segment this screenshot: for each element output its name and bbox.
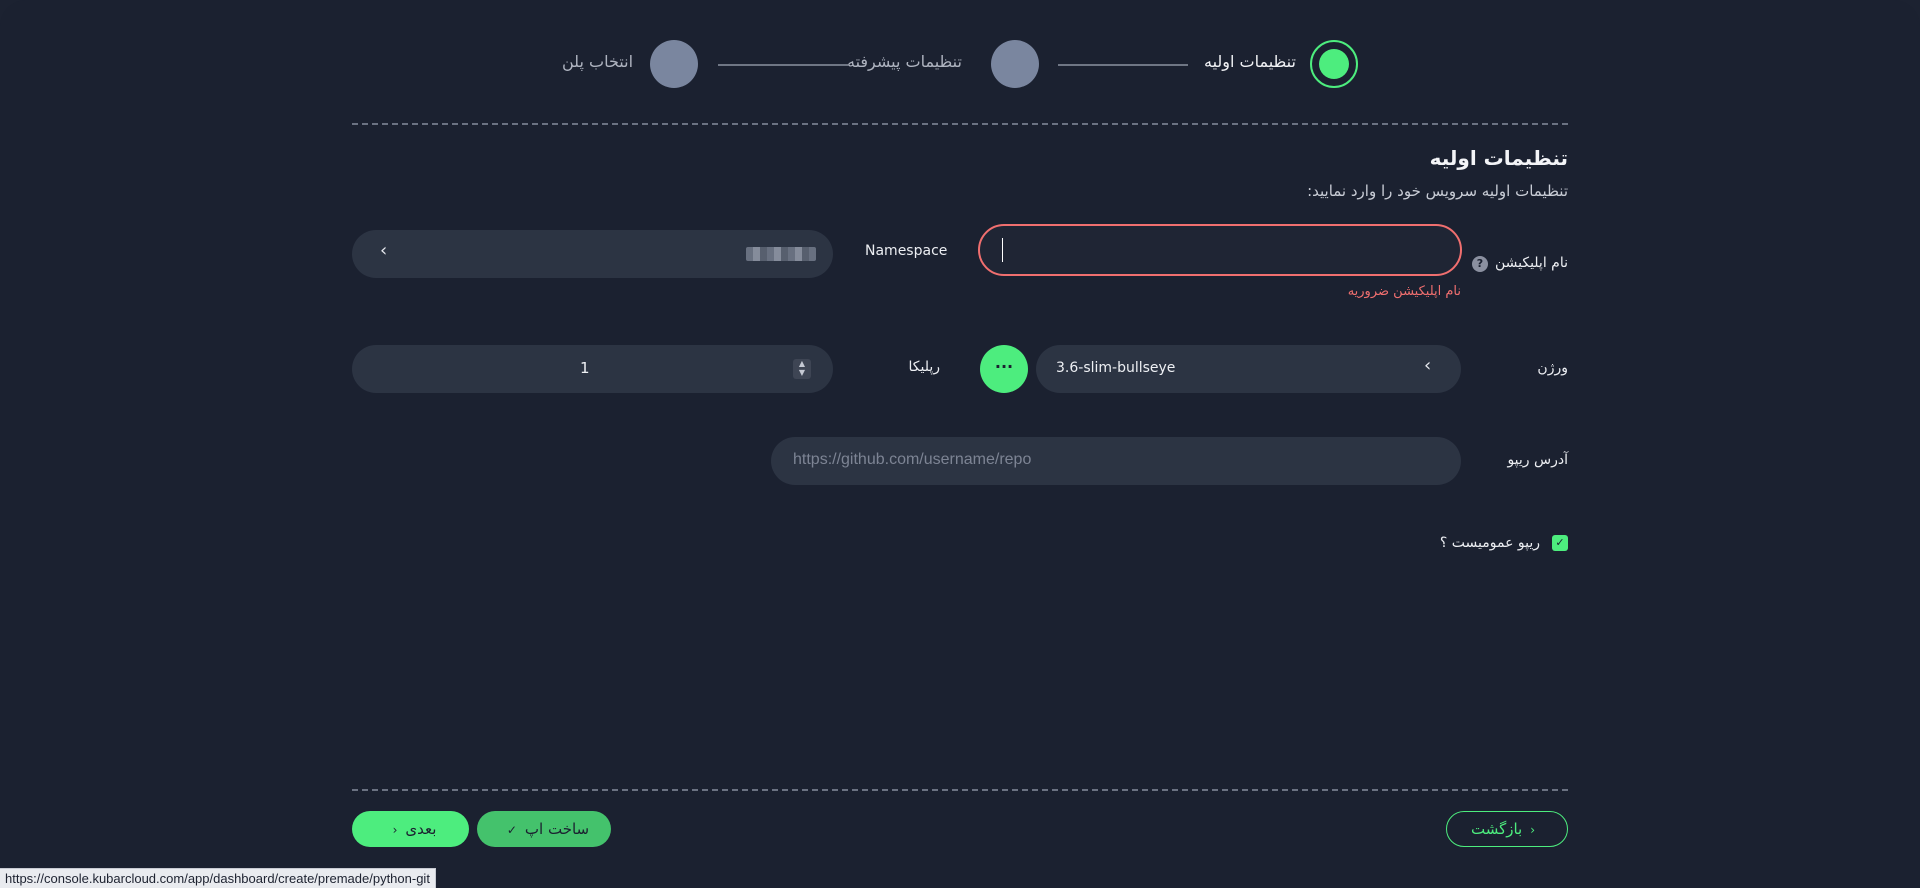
app-name-input[interactable] <box>978 224 1462 276</box>
public-repo-label[interactable]: ریپو عمومیست ؟ <box>1440 535 1540 551</box>
bottom-divider <box>352 789 1568 791</box>
check-icon: ✓ <box>506 823 517 837</box>
build-app-label: ساخت اپ <box>524 820 590 838</box>
namespace-label: Namespace <box>865 243 948 259</box>
back-button[interactable]: ‹ بازگشت <box>1446 811 1568 847</box>
build-app-button[interactable]: ساخت اپ ✓ <box>477 811 611 847</box>
text-caret <box>1002 238 1003 262</box>
stepper: تنظیمات اولیه تنظیمات پیشرفته انتخاب پلن <box>0 38 1920 90</box>
public-repo-checkbox[interactable]: ✓ <box>1552 535 1568 551</box>
repo-input[interactable]: https://github.com/username/repo <box>771 437 1461 485</box>
section-title: تنظیمات اولیه <box>1429 146 1568 170</box>
browser-status-url: https://console.kubarcloud.com/app/dashb… <box>0 868 436 888</box>
step-connector <box>1058 64 1188 66</box>
step-circle-basic-settings[interactable] <box>1310 40 1358 88</box>
next-button-label: بعدی <box>405 820 437 838</box>
repo-label: آدرس ریپو <box>1507 452 1568 468</box>
step-circle-advanced-settings[interactable] <box>991 40 1039 88</box>
step-label-advanced-settings[interactable]: تنظیمات پیشرفته <box>847 52 962 71</box>
help-icon[interactable]: ? <box>1472 256 1488 272</box>
chevron-right-icon: ‹ <box>1530 823 1536 837</box>
replica-input[interactable]: 1 ▲ ▼ <box>352 345 833 393</box>
next-button[interactable]: بعدی ‹ <box>352 811 469 847</box>
namespace-value-redacted <box>746 247 816 261</box>
stepper-arrows-icon[interactable]: ▲ ▼ <box>793 359 811 379</box>
chevron-left-icon: ‹ <box>392 823 398 837</box>
version-select[interactable]: ‹ 3.6-slim-bullseye <box>1036 345 1461 393</box>
step-circle-choose-plan[interactable] <box>650 40 698 88</box>
repo-placeholder: https://github.com/username/repo <box>793 451 1032 468</box>
more-options-button[interactable]: ··· <box>980 345 1028 393</box>
step-label-choose-plan[interactable]: انتخاب پلن <box>562 52 633 71</box>
section-subtitle: تنظیمات اولیه سرویس خود را وارد نمایید: <box>1307 182 1568 200</box>
version-value: 3.6-slim-bullseye <box>1056 360 1176 376</box>
replica-label: رپلیکا <box>908 359 940 375</box>
step-connector <box>718 64 848 66</box>
top-divider <box>352 123 1568 125</box>
app-name-error: نام اپلیکیشن ضروریه <box>1347 284 1461 299</box>
app-name-label: نام اپلیکیشن <box>1494 255 1568 271</box>
replica-value: 1 <box>580 359 590 377</box>
namespace-select[interactable]: ‹ <box>352 230 833 278</box>
chevron-left-icon: ‹ <box>1424 355 1432 376</box>
back-button-label: بازگشت <box>1470 820 1523 838</box>
version-label: ورژن <box>1537 360 1568 376</box>
chevron-left-icon: ‹ <box>380 240 388 261</box>
step-label-basic-settings[interactable]: تنظیمات اولیه <box>1204 52 1296 71</box>
